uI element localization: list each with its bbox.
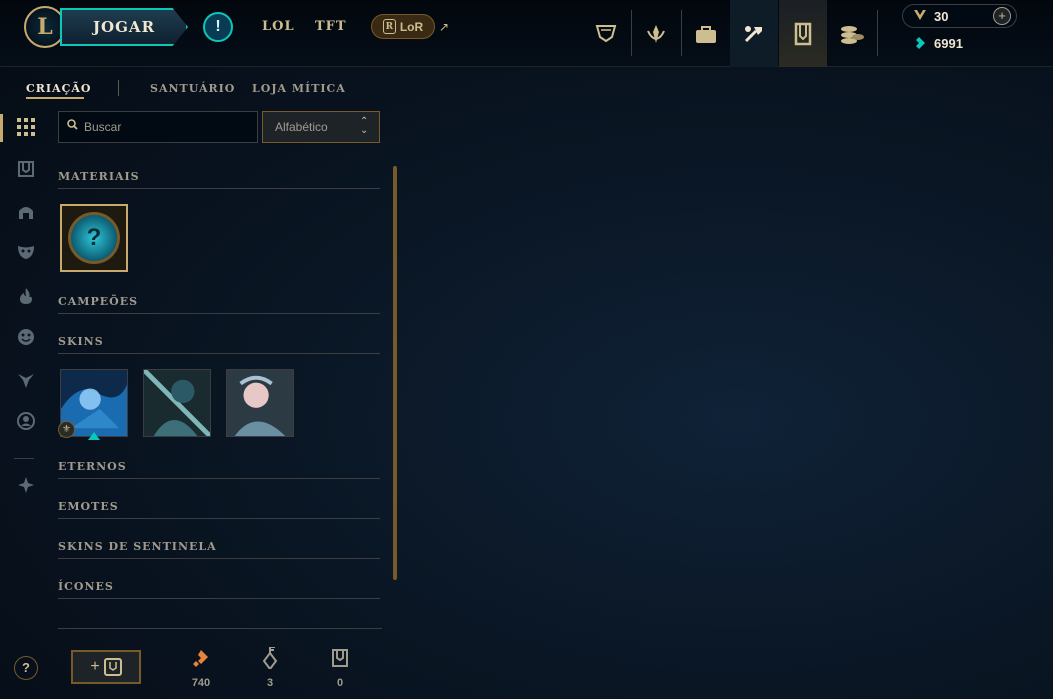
flame-icon[interactable] [14, 284, 38, 308]
section-divider [58, 558, 380, 559]
section-divider [58, 518, 380, 519]
sidebar-active-indicator [0, 114, 3, 142]
blue-essence-value: 6991 [934, 36, 963, 51]
section-icones[interactable]: ÍCONES [58, 580, 114, 593]
tab-criacao[interactable]: CRIAÇÃO [26, 82, 91, 95]
chevron-updown-icon: ⌃ ⌄ [360, 116, 369, 136]
league-logo-icon[interactable]: L [24, 6, 66, 48]
trophy-icon[interactable] [582, 0, 630, 67]
rp-value: 30 [934, 9, 949, 24]
skin-tile[interactable] [143, 369, 211, 437]
chest-icon [103, 658, 122, 676]
chest-value: 0 [336, 677, 344, 689]
blue-essence-icon [912, 36, 926, 53]
crafting-icon[interactable] [730, 0, 778, 67]
mask-icon[interactable] [14, 240, 38, 264]
currency-store-icon[interactable] [828, 0, 876, 67]
external-link-icon: ↗ [439, 20, 450, 34]
buy-rp-plus-icon[interactable]: + [993, 7, 1011, 25]
section-campeoes[interactable]: CAMPEÕES [58, 295, 138, 308]
tab-loja-mitica[interactable]: LOJA MÍTICA [252, 82, 346, 95]
key-value: 3 [266, 677, 274, 689]
alert-icon[interactable]: ! [203, 12, 233, 42]
collection-icon[interactable] [779, 0, 827, 67]
chest-icon[interactable] [14, 157, 38, 181]
lor-label: LoR [399, 19, 424, 34]
search-input[interactable] [84, 117, 250, 137]
material-tile[interactable]: ? [60, 204, 128, 272]
companion-icon[interactable] [14, 473, 38, 497]
section-divider [58, 188, 380, 189]
rarity-triangle-icon [88, 432, 100, 440]
profile-icon[interactable] [14, 409, 38, 433]
mystery-orb-icon: ? [68, 212, 120, 264]
scrollbar[interactable] [393, 166, 397, 580]
sort-value: Alfabético [275, 120, 328, 134]
nav-lol[interactable]: LOL [262, 19, 295, 34]
skin-art-2 [144, 370, 210, 436]
chest-count-icon [328, 646, 352, 670]
tab-santuario[interactable]: SANTUÁRIO [150, 82, 235, 95]
clash-icon[interactable] [632, 0, 680, 67]
rp-icon [912, 8, 928, 25]
lor-badge-icon: R [382, 19, 396, 34]
helmet-icon[interactable] [14, 200, 38, 224]
section-skins[interactable]: SKINS [58, 335, 104, 348]
active-tab-underline [26, 97, 84, 99]
skin-art-3 [227, 370, 293, 436]
ward-icon[interactable] [14, 368, 38, 392]
play-button[interactable]: JOGAR [60, 8, 188, 46]
grid-icon[interactable] [14, 115, 38, 139]
section-emotes[interactable]: EMOTES [58, 500, 119, 513]
section-divider [58, 313, 380, 314]
skin-upgrade-badge-icon: ⚜ [58, 421, 75, 438]
section-materiais[interactable]: MATERIAIS [58, 170, 140, 183]
section-divider [58, 598, 380, 599]
subnav-separator [118, 80, 119, 96]
help-icon[interactable]: ? [14, 656, 38, 680]
top-divider [877, 10, 878, 56]
emote-face-icon[interactable] [14, 325, 38, 349]
add-chest-button[interactable]: + [71, 650, 141, 684]
footer-divider [58, 628, 382, 629]
section-divider [58, 353, 380, 354]
nav-tft[interactable]: TFT [315, 19, 347, 34]
search-icon [67, 119, 78, 133]
lor-button[interactable]: R LoR [371, 14, 435, 39]
store-bag-icon[interactable] [682, 0, 730, 67]
skin-tile[interactable] [226, 369, 294, 437]
orange-essence-value: 740 [191, 677, 211, 689]
orange-essence-icon [189, 646, 213, 670]
section-eternos[interactable]: ETERNOS [58, 460, 127, 473]
add-label: + [90, 658, 100, 675]
section-divider [58, 478, 380, 479]
sidebar-divider [14, 458, 34, 459]
key-icon [258, 646, 282, 670]
section-skins-sentinela[interactable]: SKINS DE SENTINELA [58, 540, 217, 553]
